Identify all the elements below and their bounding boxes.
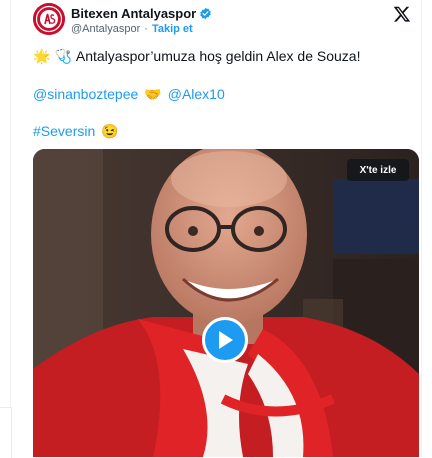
author-handle[interactable]: @Antalyaspor [71, 23, 140, 35]
play-button[interactable] [202, 317, 248, 363]
tweet-header: Bitexen Antalyaspor @Antalyaspor · Takip… [33, 3, 423, 39]
avatar[interactable] [33, 3, 65, 35]
handshake-emoji: 🤝 [144, 86, 162, 102]
mention-link-alex10[interactable]: @Alex10 [168, 85, 225, 103]
side-panel-edge [0, 407, 12, 458]
star-emoji: 🌟 [33, 48, 51, 64]
tweet-text-line-1: 🌟 🩺 Antalyaspor’umuza hoş geldin Alex de… [33, 47, 360, 65]
video-thumbnail [33, 149, 419, 457]
verified-badge-icon [200, 7, 211, 20]
wink-emoji: 😉 [101, 123, 119, 139]
play-icon [219, 331, 233, 349]
video-player[interactable]: X'te izle [33, 149, 419, 457]
follow-button[interactable]: Takip et [152, 23, 193, 35]
hashtag-link[interactable]: #Seversin [33, 122, 95, 140]
stethoscope-emoji: 🩺 [54, 48, 72, 64]
x-logo-icon[interactable] [393, 5, 411, 23]
watch-on-x-button[interactable]: X'te izle [347, 159, 409, 181]
left-divider [10, 0, 11, 457]
right-divider [421, 0, 422, 457]
welcome-text: Antalyaspor’umuza hoş geldin Alex de Sou… [75, 48, 361, 64]
tweet-text-line-3: #Seversin 😉 [33, 122, 119, 140]
author-name[interactable]: Bitexen Antalyaspor [71, 6, 196, 21]
tweet-text-line-2: @sinanboztepee 🤝 @Alex10 [33, 85, 225, 103]
mention-link-sinanboztepee[interactable]: @sinanboztepee [33, 85, 138, 103]
separator-dot: · [144, 23, 148, 35]
club-logo-icon [33, 3, 65, 35]
